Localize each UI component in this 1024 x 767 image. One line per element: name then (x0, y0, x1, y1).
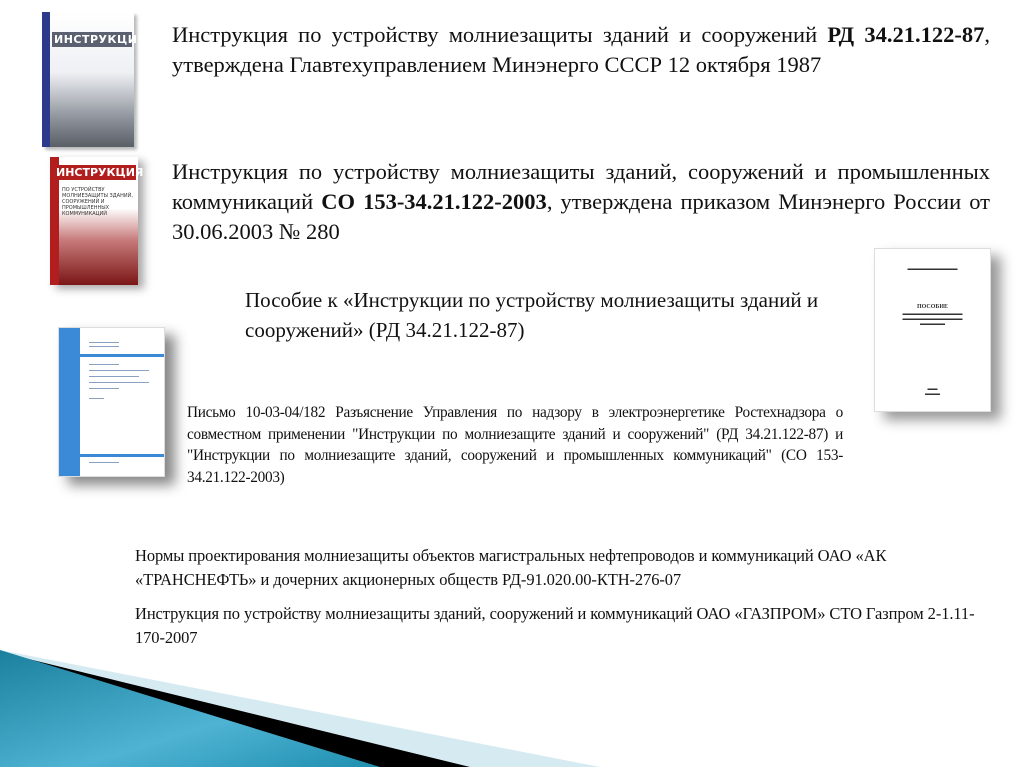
item-text: Инструкция по устройству молниезащиты зд… (172, 22, 828, 47)
document-item-transneft: Нормы проектирования молниезащиты объект… (135, 546, 887, 589)
book-cover-so-153: ИНСТРУКЦИЯ по устройству молниезащиты зд… (50, 157, 144, 285)
posobie-cover-image: ▬▬▬▬▬▬▬▬▬▬ ПОСОБИЕ ▬▬▬▬▬▬▬▬▬▬▬▬ ▬▬▬▬▬▬▬▬▬… (874, 248, 991, 412)
cover-lines: ▬▬▬▬▬▬▬▬▬▬▬▬ ▬▬▬▬▬▬▬▬▬▬▬▬ ▬▬▬▬▬ (902, 312, 963, 327)
cover-line (89, 398, 104, 399)
cover-line (89, 370, 149, 371)
cover-title: ИНСТРУКЦИЯ (54, 165, 144, 180)
book-spine (42, 12, 50, 147)
corner-decoration (0, 650, 600, 767)
cover-line (89, 382, 149, 383)
cover-line (89, 342, 119, 343)
cover-header-line: ▬▬▬▬▬▬▬▬▬▬ (907, 267, 958, 272)
document-item-so-153: Инструкция по устройству молниезащиты зд… (172, 157, 990, 247)
cover-line (89, 364, 119, 365)
cover-line (89, 388, 119, 389)
document-item-posobie: Пособие к «Инструкции по устройству молн… (245, 288, 819, 342)
letter-cover-image (58, 327, 165, 477)
book-cover-rd-34-21-122-87: ИНСТРУКЦИЯ (42, 12, 147, 147)
cover-rule (59, 454, 164, 457)
cover-rule (59, 354, 164, 357)
cover-title: ПОСОБИЕ (916, 304, 949, 310)
document-item-letter: Письмо 10-03-04/182 Разъяснение Управлен… (187, 404, 843, 486)
cover-line (89, 346, 119, 347)
document-item-rd-34-21-122-87: Инструкция по устройству молниезащиты зд… (172, 20, 990, 80)
cover-line (89, 462, 119, 463)
cover-subtitle: по устройству молниезащиты зданий, соору… (62, 187, 133, 217)
item-code: СО 153-34.21.122-2003 (321, 189, 547, 214)
cover-line (89, 376, 139, 377)
cover-title: ИНСТРУКЦИЯ (52, 32, 147, 47)
item-code: РД 34.21.122-87 (827, 22, 985, 47)
cover-footer: ▬▬ ▬▬▬ (925, 387, 940, 397)
